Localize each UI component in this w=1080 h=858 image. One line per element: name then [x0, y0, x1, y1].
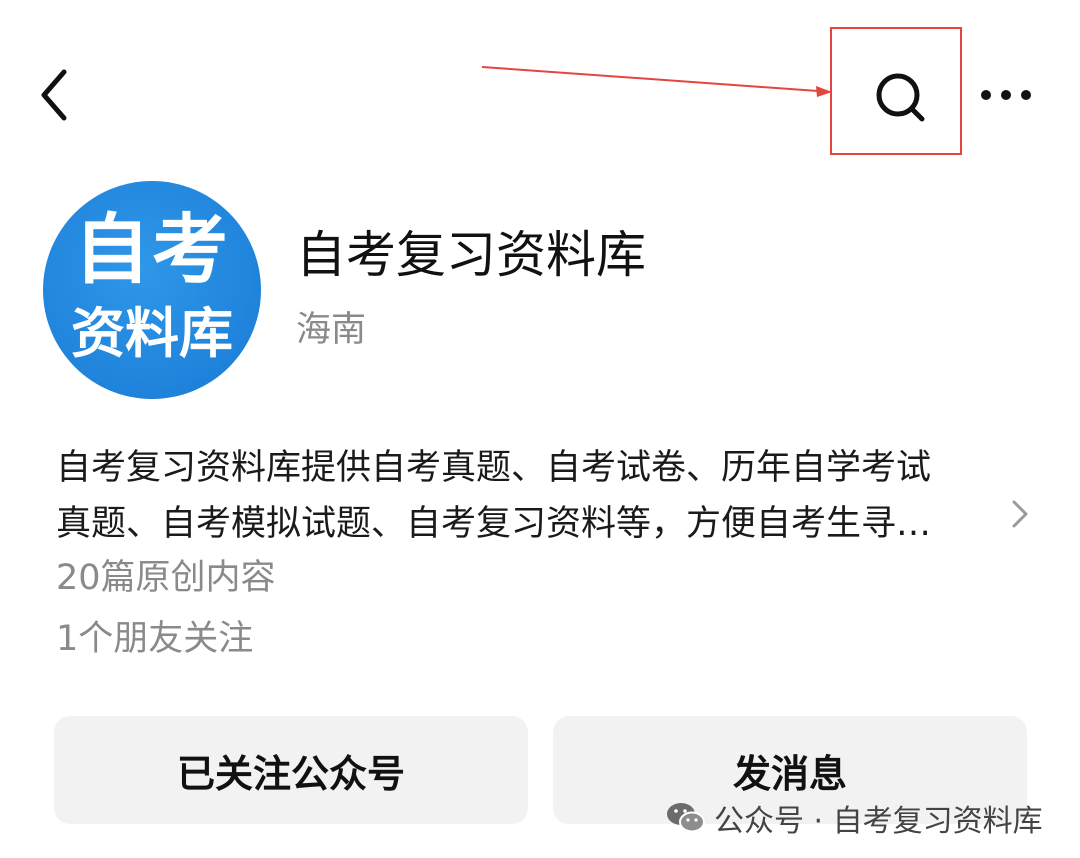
original-articles-count[interactable]: 20篇原创内容	[56, 553, 276, 603]
description-line-2: 真题、自考模拟试题、自考复习资料等，方便自考生寻…	[56, 504, 932, 544]
description-line-1: 自考复习资料库提供自考真题、自考试卷、历年自学考试	[56, 448, 932, 488]
more-horizontal-icon	[981, 90, 1031, 100]
search-icon	[876, 73, 925, 122]
search-button[interactable]	[860, 62, 940, 132]
chevron-right-icon[interactable]	[1004, 494, 1034, 534]
avatar-text-line1: 自考	[74, 205, 230, 294]
account-description[interactable]: 自考复习资料库提供自考真题、自考试卷、历年自学考试 真题、自考模拟试题、自考复习…	[56, 440, 1006, 552]
back-button[interactable]	[28, 62, 84, 128]
more-button[interactable]	[972, 70, 1042, 120]
watermark-text: 公众号 · 自考复习资料库	[714, 804, 1043, 839]
wechat-icon	[667, 803, 705, 833]
friends-following-count[interactable]: 1个朋友关注	[56, 614, 253, 664]
account-avatar[interactable]: 自考 资料库	[43, 181, 261, 399]
avatar-text-line2: 资料库	[71, 302, 233, 365]
account-region: 海南	[296, 310, 367, 350]
account-name: 自考复习资料库	[296, 226, 646, 284]
chevron-left-icon	[41, 69, 67, 121]
followed-button[interactable]: 已关注公众号	[54, 716, 528, 824]
watermark: 公众号 · 自考复习资料库	[664, 794, 1043, 842]
